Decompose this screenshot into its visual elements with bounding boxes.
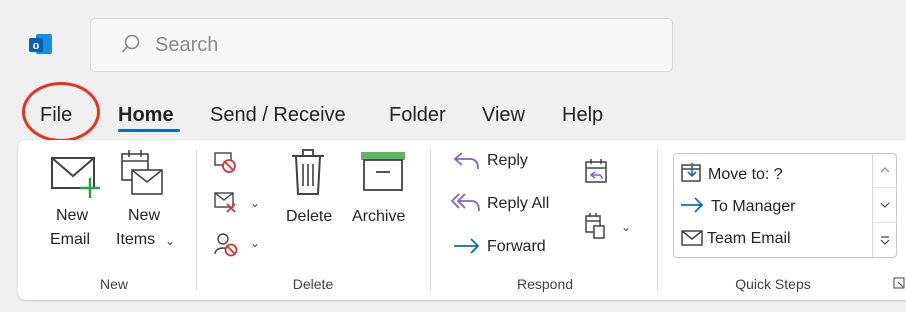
quick-steps-scrollbar[interactable] (872, 153, 897, 258)
new-items-label-2: Items (116, 231, 156, 248)
mail-icon (681, 230, 703, 246)
group-separator (430, 150, 431, 290)
quick-step-to-manager-label: To Manager (711, 198, 796, 215)
gallery-expand-icon[interactable] (873, 223, 897, 258)
quick-step-team-email-label: Team Email (707, 230, 791, 247)
new-email-icon (51, 157, 100, 198)
search-placeholder: Search (155, 33, 219, 56)
forward-icon (454, 238, 480, 254)
group-label-new: New (99, 276, 129, 292)
group-separator (196, 150, 197, 290)
chevron-down-icon: ⌄ (250, 196, 261, 210)
reply-label: Reply (487, 152, 528, 169)
chevron-down-icon: ⌄ (250, 236, 261, 250)
move-to-folder-icon (681, 163, 701, 182)
trash-icon (292, 149, 324, 195)
group-label-delete: Delete (292, 276, 334, 292)
outlook-app-icon: o (29, 34, 52, 54)
tab-home[interactable]: Home (118, 103, 174, 127)
ignore-conversation-icon (214, 152, 236, 173)
reply-all-label: Reply All (487, 195, 550, 212)
tab-send-receive[interactable]: Send / Receive (210, 103, 346, 127)
chevron-down-icon: ⌄ (165, 234, 176, 248)
archive-icon (361, 152, 405, 191)
tab-help[interactable]: Help (562, 103, 603, 127)
group-separator (657, 150, 658, 290)
tab-view[interactable]: View (482, 103, 525, 127)
search-box[interactable]: Search (90, 18, 673, 72)
junk-icon (214, 233, 238, 257)
clean-up-icon (214, 192, 236, 213)
quick-step-move-to-label: Move to: ? (708, 166, 783, 183)
arrow-right-icon (681, 197, 704, 213)
new-items-label-1: New (128, 207, 161, 224)
chevron-up-icon[interactable] (873, 153, 897, 188)
calendar-reply-icon (585, 159, 607, 183)
group-label-quick-steps: Quick Steps (735, 276, 811, 292)
dialog-launcher-icon[interactable] (893, 277, 905, 289)
delete-label: Delete (286, 208, 333, 225)
new-email-label-2: Email (50, 231, 91, 248)
svg-text:o: o (33, 40, 40, 52)
active-tab-indicator (118, 129, 180, 132)
new-email-label-1: New (56, 207, 89, 224)
tab-file[interactable]: File (40, 103, 72, 127)
tab-folder[interactable]: Folder (389, 103, 446, 127)
archive-label: Archive (352, 208, 406, 225)
reply-all-icon (450, 193, 480, 212)
more-respond-icon (585, 213, 605, 239)
new-items-icon (121, 150, 163, 195)
forward-label: Forward (487, 238, 546, 255)
chevron-down-icon[interactable] (873, 188, 897, 223)
group-label-respond: Respond (516, 276, 574, 292)
chevron-down-icon: ⌄ (621, 220, 632, 234)
reply-icon (453, 152, 479, 170)
search-icon (121, 34, 140, 53)
